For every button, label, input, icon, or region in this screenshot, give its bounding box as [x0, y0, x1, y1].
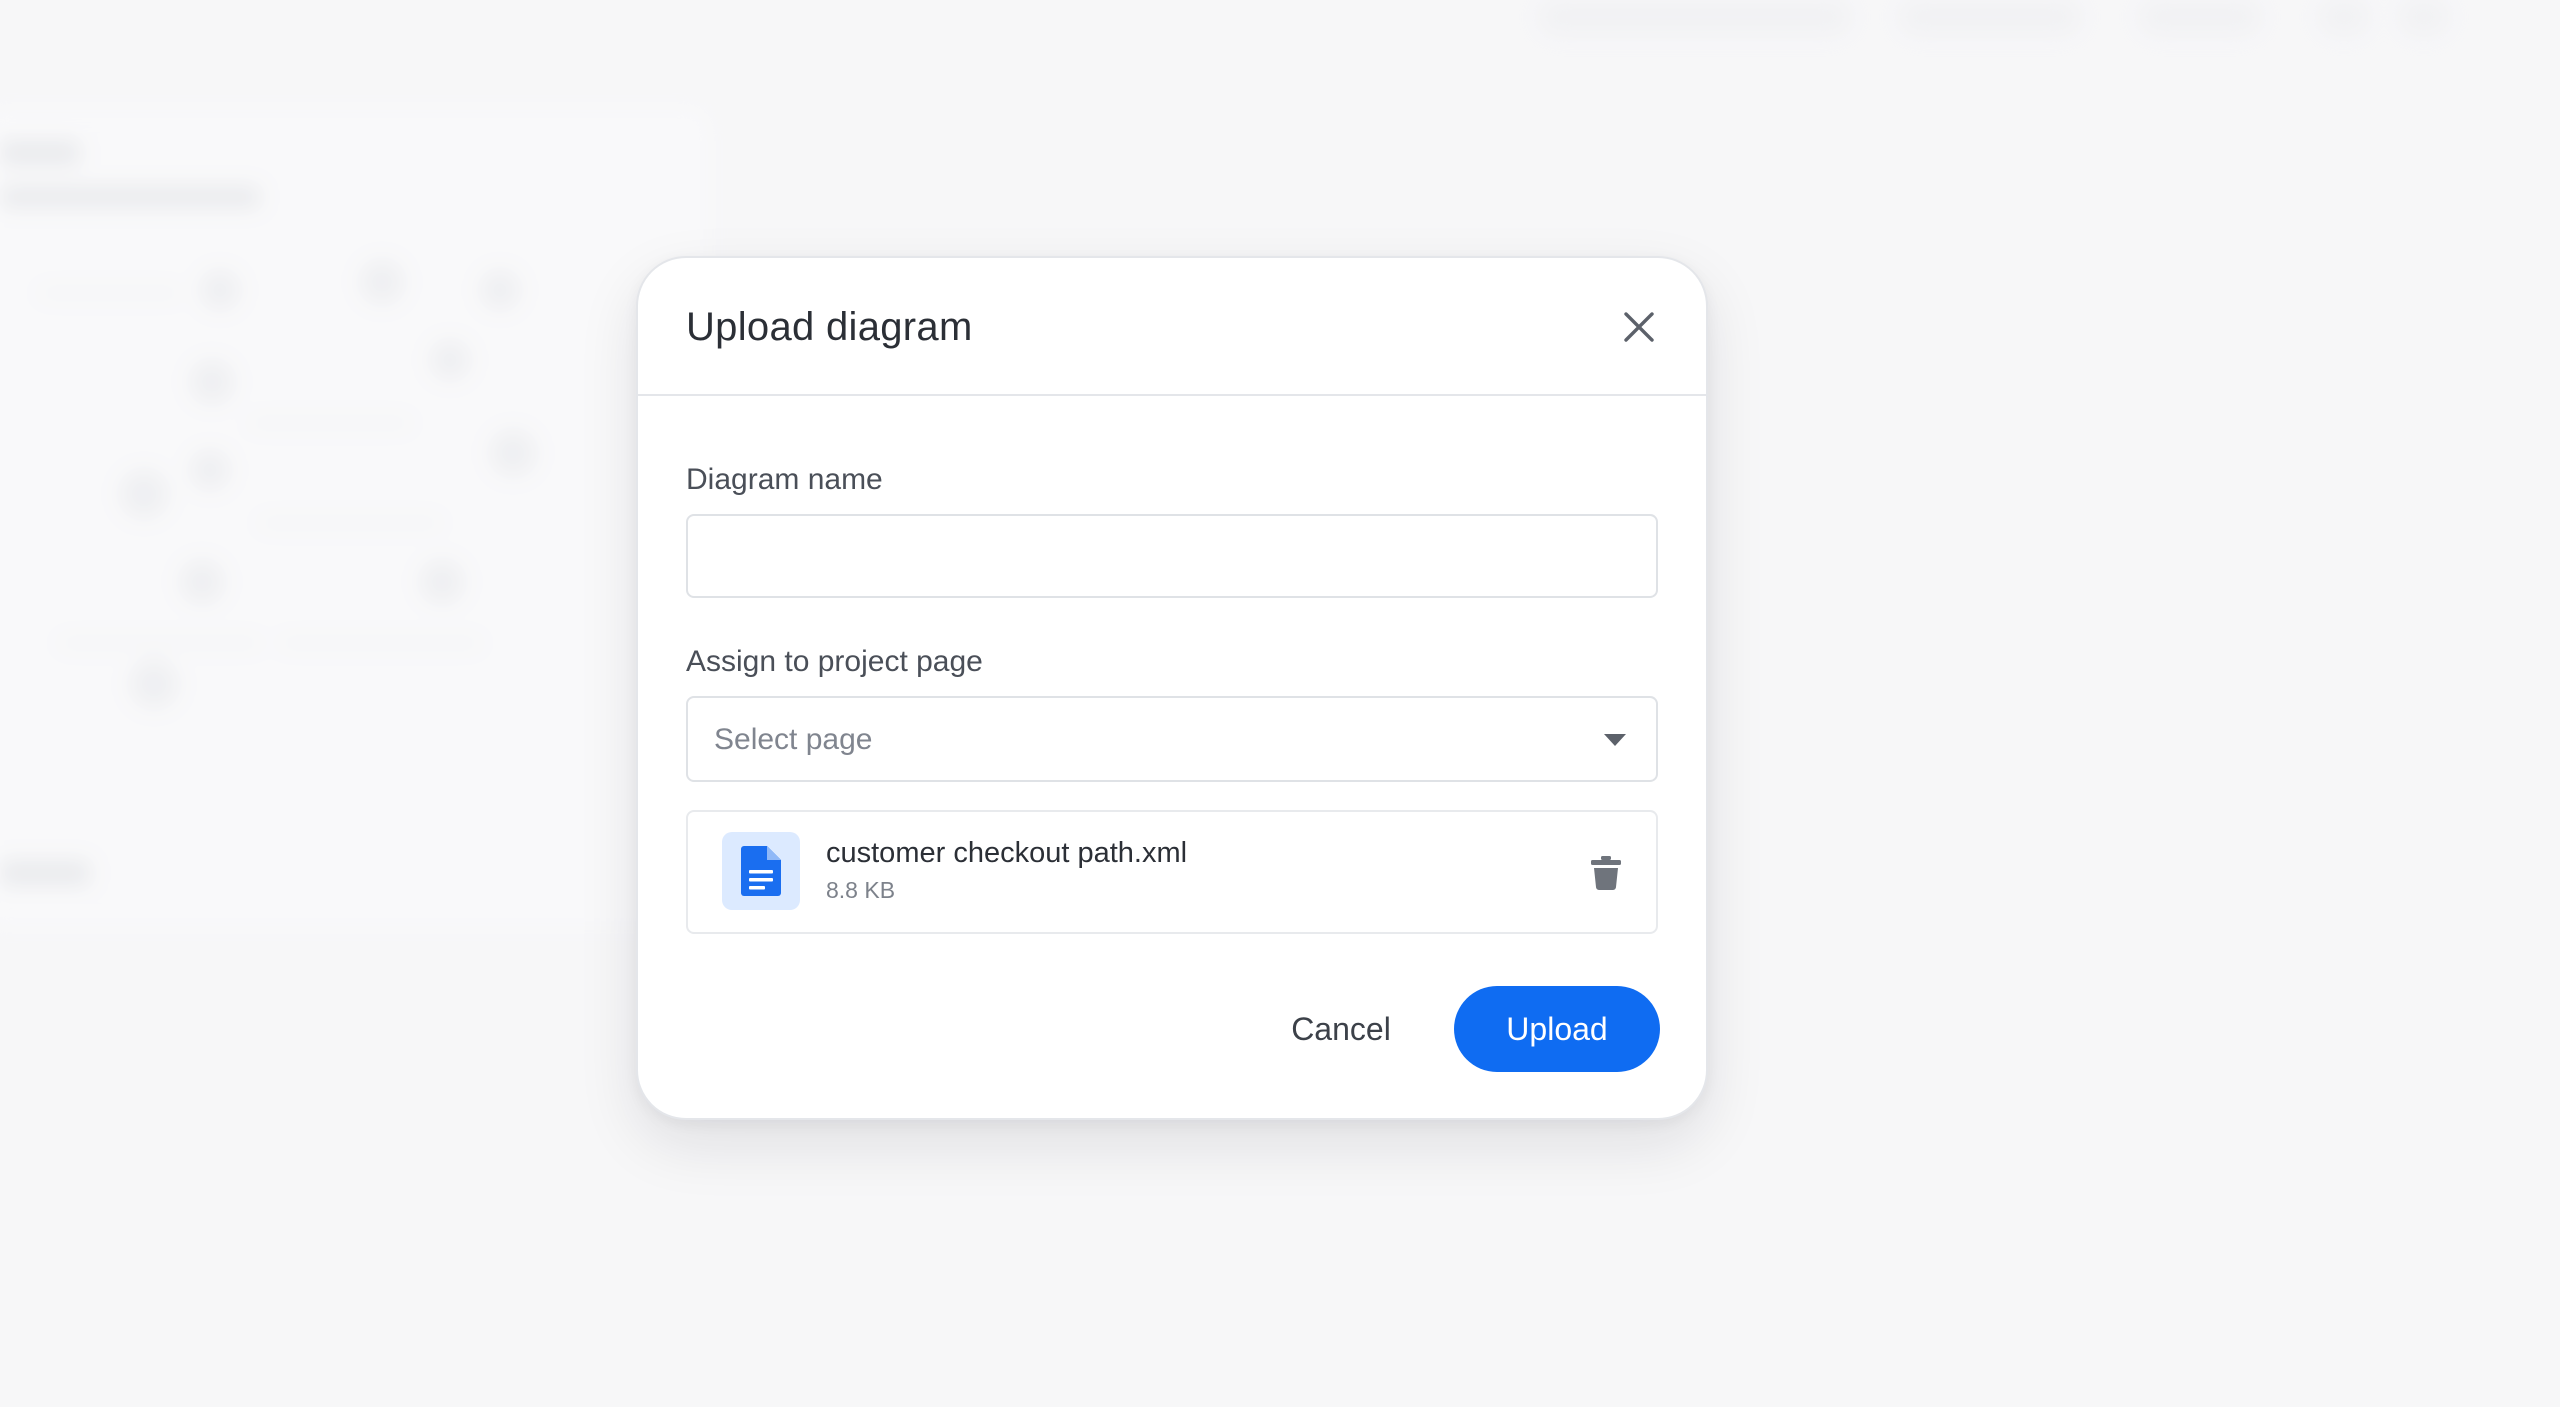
- file-name: customer checkout path.xml: [826, 837, 1188, 869]
- remove-file-button[interactable]: [1586, 852, 1626, 894]
- document-icon: [741, 846, 781, 896]
- project-page-select[interactable]: Select page: [686, 696, 1658, 782]
- dialog-title: Upload diagram: [686, 305, 973, 349]
- close-icon: [1624, 312, 1654, 342]
- diagram-name-input[interactable]: [686, 514, 1658, 598]
- chevron-down-icon: [1604, 734, 1626, 746]
- cancel-button[interactable]: Cancel: [1260, 986, 1422, 1072]
- close-button[interactable]: [1614, 302, 1664, 352]
- trash-icon: [1591, 856, 1621, 890]
- select-placeholder: Select page: [714, 723, 873, 756]
- file-thumbnail: [722, 832, 800, 910]
- upload-dialog: Upload diagram Diagram name Assign to pr…: [636, 256, 1708, 1120]
- dialog-header: Upload diagram: [638, 258, 1706, 396]
- upload-button[interactable]: Upload: [1454, 986, 1660, 1072]
- file-size: 8.8 KB: [826, 877, 896, 903]
- project-page-label: Assign to project page: [686, 645, 983, 678]
- file-item: customer checkout path.xml 8.8 KB: [686, 810, 1658, 934]
- diagram-name-label: Diagram name: [686, 463, 883, 496]
